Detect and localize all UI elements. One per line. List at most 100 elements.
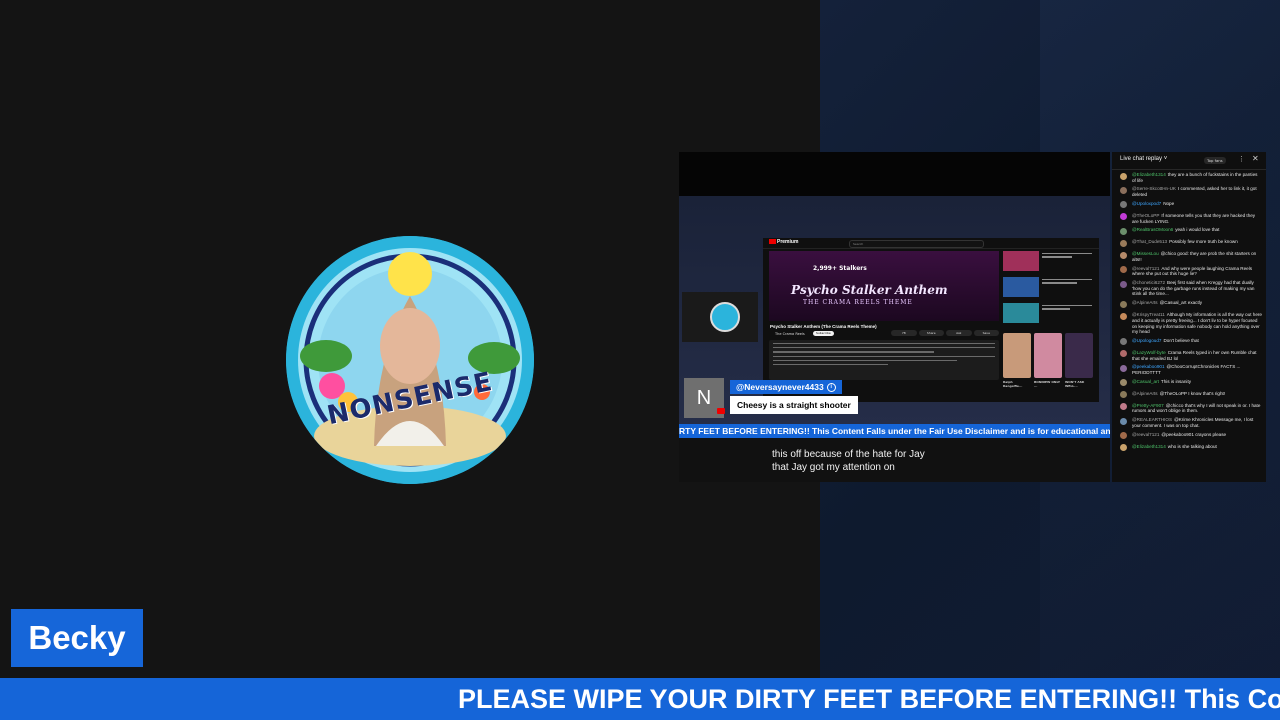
chat-message: @AlpineArts @Casual_art exactly (1112, 299, 1266, 311)
chat-username[interactable]: @LazyWolf-byte (1132, 350, 1166, 355)
chat-message: @Elizabeth1314 who is she talking about (1112, 443, 1266, 455)
chat-username[interactable]: @peekaboo901 (1132, 364, 1165, 369)
youtube-channel: The Crama Reels (775, 332, 805, 336)
chat-text: Don't believe that (1163, 337, 1199, 343)
comment-handle: @Neversaynever4433 i (730, 380, 842, 394)
youtube-action: Ask (946, 330, 972, 336)
chat-avatar-icon (1120, 391, 1127, 399)
youtube-stalkers-badge: 2,999+ Stalkers (813, 265, 867, 272)
youtube-search: Search (849, 240, 984, 248)
chat-username[interactable]: @RealBrasOMoon6 (1132, 227, 1173, 232)
youtube-actions: 78 Share Ask Save (891, 330, 999, 336)
chat-username[interactable]: @That_Dude513 (1132, 239, 1167, 244)
chat-avatar-icon (1120, 201, 1127, 209)
chat-username[interactable]: @Elizabeth1314 (1132, 172, 1166, 177)
video-letterbox-top (679, 152, 1110, 196)
chat-username[interactable]: @Serre-SkcottHn-UK (1132, 186, 1176, 191)
chat-username[interactable]: @Casual_art (1132, 379, 1159, 384)
youtube-video-title: Psycho Stalker Anthem (The Crama Reels T… (770, 324, 877, 329)
chat-message: @That_Dude513 Possibly few more truth be … (1112, 238, 1266, 250)
chat-text: Nope (1163, 200, 1175, 206)
chat-message: @Upoloxpod7 Nope (1112, 200, 1266, 212)
youtube-player-title: Psycho Stalker Anthem (791, 283, 948, 297)
chat-avatar-icon (1120, 350, 1127, 358)
chat-text: @peekaboo901 crayons please (1161, 431, 1227, 437)
chat-avatar-icon (1120, 417, 1127, 425)
youtube-subscribe-button: Subscribe (813, 331, 834, 336)
chat-avatar-icon (1120, 266, 1127, 274)
youtube-action: 78 (891, 330, 917, 336)
chat-avatar-icon (1120, 444, 1127, 452)
chat-avatar-icon (1120, 403, 1127, 411)
island-avatar-art (286, 236, 534, 484)
chat-username[interactable]: @AlpineArts (1132, 391, 1158, 396)
chat-text: This is insanity (1160, 378, 1192, 384)
chat-text: @TheOLoPP I know that's right! (1159, 390, 1226, 396)
chat-text: who is she talking about (1167, 443, 1217, 449)
chat-username[interactable]: @chonetici6272 (1132, 280, 1165, 285)
youtube-icon (717, 408, 725, 414)
more-icon[interactable]: ⋮ (1238, 155, 1245, 163)
chat-username[interactable]: @Pretty-AF907 (1132, 403, 1164, 408)
video-ticker: RTY FEET BEFORE ENTERING!! This Content … (679, 424, 1110, 438)
chat-message: @Serre-SkcottHn-UK I commented, asked her… (1112, 185, 1266, 199)
chat-username[interactable]: @Elizabeth1314 (1132, 444, 1166, 449)
chat-avatar-icon (1120, 239, 1127, 247)
youtube-player: 2,999+ Stalkers Psycho Stalker Anthem TH… (769, 251, 999, 321)
chat-username[interactable]: @KrispyTreat11 (1132, 312, 1165, 317)
video-guest-tile (682, 292, 758, 342)
youtube-player-subtitle: THE CRAMA REELS THEME (803, 299, 913, 306)
video-captions: this off because of the hate for Jay tha… (772, 448, 925, 474)
caption-line: that Jay got my attention on (772, 462, 895, 473)
chat-username[interactable]: @reeval7121 (1132, 432, 1159, 437)
chat-message: @KrispyTreat11 Although My information is… (1112, 311, 1266, 337)
chat-message: @reeval7121 @peekaboo901 crayons please (1112, 431, 1266, 443)
chat-avatar-icon (1120, 364, 1127, 372)
live-chat-panel[interactable]: Live chat replay ˅ Top fans ⋮ ✕ @Elizabe… (1112, 152, 1266, 482)
chat-message: @REALEARTHIOS @Krime Khronicles Message m… (1112, 416, 1266, 430)
presenter-name-tag: Becky (11, 609, 143, 667)
comment-text: Cheesy is a straight shooter (730, 396, 858, 414)
youtube-logo: Premium (769, 239, 798, 245)
chat-username[interactable]: @Upoloxpod7 (1132, 201, 1161, 206)
youtube-shorts: Ralph Rangelfle... BONNIEW ONLY ... WON'… (1003, 333, 1095, 393)
youtube-play-icon (769, 239, 776, 245)
youtube-short-label: Ralph Rangelfle... (1003, 380, 1023, 388)
chat-username[interactable]: @reeval7121 (1132, 266, 1159, 271)
chat-avatar-icon (1120, 300, 1127, 308)
chat-username[interactable]: @Upologoud7 (1132, 338, 1161, 343)
chat-avatar-icon (1120, 251, 1127, 259)
youtube-action: Save (973, 330, 999, 336)
chat-username[interactable]: @AlpineArts (1132, 300, 1158, 305)
chat-message: @Upologoud7 Don't believe that (1112, 337, 1266, 349)
chat-message: @peekaboo901 @ChooCorruptChronicles FACTS… (1112, 363, 1266, 377)
featured-comment: N @Neversaynever4433 i Cheesy is a straig… (684, 378, 858, 418)
chat-username[interactable]: @MissesLou (1132, 251, 1159, 256)
close-icon[interactable]: ✕ (1252, 154, 1259, 163)
chat-message: @AlpineArts @TheOLoPP I know that's right… (1112, 390, 1266, 402)
chat-text: yeah i would love that (1175, 227, 1220, 233)
chat-avatar-icon (1120, 186, 1127, 194)
youtube-top-bar: Premium Search (763, 238, 1099, 249)
youtube-action: Share (918, 330, 944, 336)
chat-avatar-icon (1120, 280, 1127, 288)
video-ticker-text: RTY FEET BEFORE ENTERING!! This Content … (679, 426, 1110, 436)
chat-avatar-icon (1120, 172, 1127, 180)
embedded-video[interactable]: Premium Search 2,999+ Stalkers Psycho St… (679, 152, 1110, 482)
caption-line: this off because of the hate for Jay (772, 449, 925, 460)
top-fans-button[interactable]: Top fans (1204, 157, 1226, 164)
chat-text: @Casual_art exactly (1159, 300, 1203, 306)
chat-title-dropdown[interactable]: Live chat replay ˅ (1120, 156, 1167, 162)
chat-message: @RealBrasOMoon6 yeah i would love that (1112, 226, 1266, 238)
chat-message: @chonetici6272 Beej first said when Kregg… (1112, 279, 1266, 299)
chat-header: Live chat replay ˅ Top fans ⋮ ✕ (1112, 152, 1266, 170)
chat-username[interactable]: @REALEARTHIOS (1132, 417, 1172, 422)
presenter-avatar: NONSENSE (286, 236, 534, 484)
chat-avatar-icon (1120, 379, 1127, 387)
chat-message: @reeval7121 And why were people laughing … (1112, 265, 1266, 279)
chat-message-list: @Elizabeth1314 they are a bunch of fuckst… (1112, 171, 1266, 455)
chat-avatar-icon (1120, 338, 1127, 346)
chat-username[interactable]: @TheOLoPP (1132, 213, 1159, 218)
chat-avatar-icon (1120, 227, 1127, 235)
chat-message: @TheOLoPP If someone tells you that they … (1112, 212, 1266, 226)
